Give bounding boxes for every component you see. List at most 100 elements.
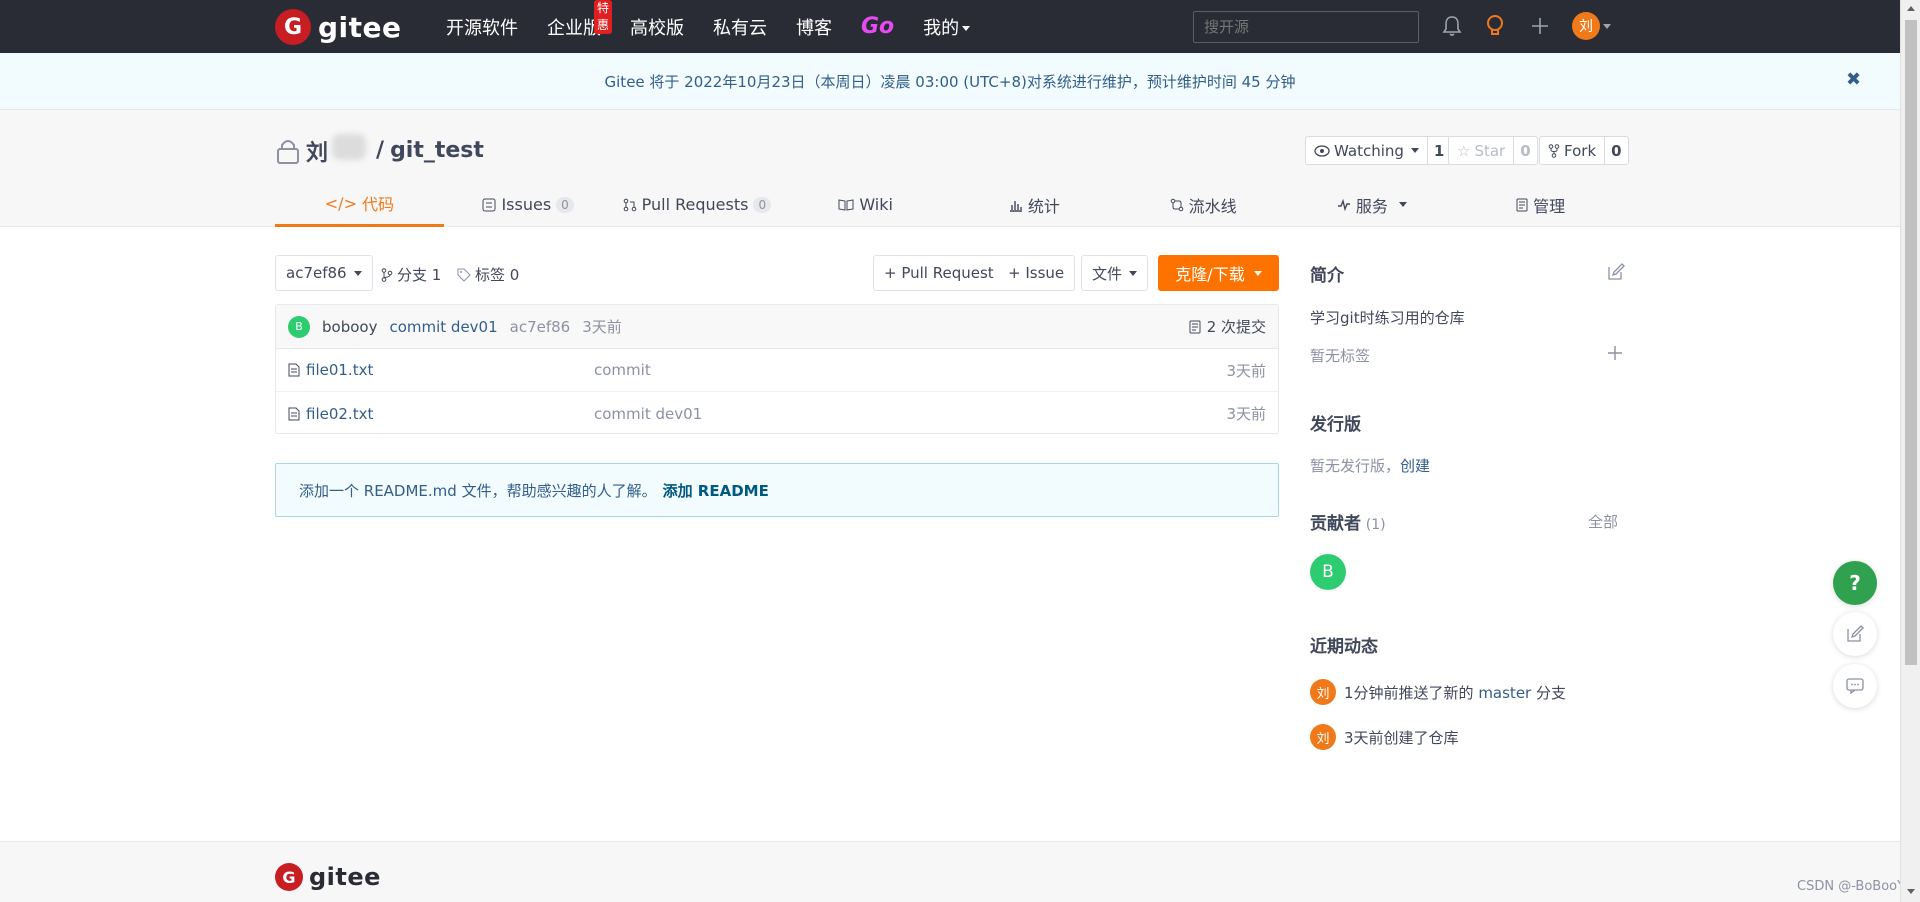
settings-doc-icon [1516,198,1528,211]
all-contributors-link[interactable]: 全部 [1588,511,1618,532]
repo-separator: / [376,138,385,163]
main-nav: 开源软件 企业版 特惠 高校版 私有云 博客 Go 我的 [446,0,999,53]
lightbulb-icon[interactable] [1481,12,1509,40]
file-name[interactable]: file02.txt [306,405,373,423]
branch-link[interactable]: master [1478,684,1531,702]
scroll-thumb[interactable] [1905,20,1917,665]
nav-enterprise-label: 企业版 [547,17,601,39]
user-menu[interactable]: 刘 [1572,12,1616,40]
fork-icon [1548,143,1560,158]
chat-button[interactable] [1833,664,1877,708]
feedback-button[interactable] [1833,612,1877,656]
nav-mine[interactable]: 我的 [923,14,971,40]
add-readme-link[interactable]: 添加 README [663,480,769,501]
file-icon [288,363,300,377]
contributor-avatar[interactable]: B [1310,554,1346,590]
commit-hash[interactable]: ac7ef86 [510,318,571,336]
tab-manage[interactable]: 管理 [1456,182,1625,227]
star-count[interactable]: 0 [1514,137,1536,164]
bell-icon[interactable] [1438,12,1466,40]
gitee-logo-icon: G [275,863,303,891]
nav-enterprise[interactable]: 企业版 特惠 [547,0,613,40]
readme-prompt: 添加一个 README.md 文件，帮助感兴趣的人了解。 添加 README [275,463,1279,517]
nav-private-cloud[interactable]: 私有云 [713,14,767,40]
promo-badge: 特惠 [594,0,613,34]
page-scrollbar[interactable] [1900,0,1920,902]
nav-blog[interactable]: 博客 [796,14,832,40]
close-icon[interactable]: ✖ [1846,69,1861,90]
add-tag-icon[interactable] [1607,345,1623,361]
nav-open-source[interactable]: 开源软件 [446,14,518,40]
gitee-logo-icon: G [275,9,311,45]
search-input[interactable] [1193,11,1419,43]
activity-avatar[interactable]: 刘 [1310,724,1336,750]
fork-count[interactable]: 0 [1605,137,1627,164]
no-release: 暂无发行版， [1310,457,1401,475]
edit-icon[interactable] [1607,263,1625,281]
lock-icon [277,139,299,164]
tags-link[interactable]: 标签 0 [457,264,519,285]
star-button[interactable]: ☆ Star [1449,137,1515,164]
commit-select[interactable]: ac7ef86 [275,255,373,291]
activity-title: 近期动态 [1310,637,1378,657]
scroll-down-icon[interactable] [1907,889,1915,894]
gitee-logo-text: gitee [309,863,381,891]
star-button-group: ☆ Star 0 [1448,136,1538,165]
tab-pull-requests[interactable]: Pull Requests 0 [613,182,782,227]
tab-pipeline[interactable]: 流水线 [1119,182,1288,227]
tab-wiki[interactable]: Wiki [781,182,950,227]
nav-go[interactable]: Go [861,14,894,39]
tab-issues[interactable]: Issues 0 [444,182,613,227]
file-commit-message[interactable]: commit [594,361,651,379]
repo-name[interactable]: git_test [390,138,484,163]
tab-stats[interactable]: 统计 [950,182,1119,227]
watch-count[interactable]: 1 [1428,137,1450,164]
file-row[interactable]: file01.txt commit 3天前 [276,349,1278,392]
file-commit-message[interactable]: commit dev01 [594,405,702,423]
watch-button[interactable]: Watching [1306,137,1428,164]
commit-message[interactable]: commit dev01 [389,318,497,336]
footer-logo[interactable]: G gitee [275,863,381,891]
footer: G gitee [0,841,1900,902]
repo-tabs: </> 代码 Issues 0 Pull Requests 0 Wiki 统计 流水… [275,182,1625,227]
file-row[interactable]: file02.txt commit dev01 3天前 [276,392,1278,435]
star-icon: ☆ [1457,141,1471,160]
commit-select-label: ac7ef86 [286,264,347,282]
commit-count-link[interactable]: 2 次提交 [1189,316,1266,337]
branches-link[interactable]: 分支 1 [381,264,441,285]
activity-avatar[interactable]: 刘 [1310,679,1336,705]
commit-author-avatar[interactable]: B [288,315,310,338]
tag-icon [457,268,471,282]
contributors-title: 贡献者 [1310,514,1361,534]
code-toolbar: ac7ef86 分支 1 标签 0 + Pull Request + Issue… [275,255,1279,291]
chevron-down-icon [1398,202,1407,207]
new-pull-request-button[interactable]: + Pull Request [873,255,1005,291]
scroll-up-icon[interactable] [1907,6,1915,11]
contributors-section: 贡献者 (1) 全部 B [1310,509,1625,590]
activity-section: 近期动态 刘 1分钟前推送了新的 master 分支 刘 3天前创建了仓库 [1310,632,1625,750]
plus-icon[interactable] [1526,12,1554,40]
readme-text: 添加一个 README.md 文件，帮助感兴趣的人了解。 [299,481,657,500]
book-icon [838,198,854,211]
pull-request-icon [623,198,636,211]
chat-icon [1846,678,1864,694]
gitee-logo[interactable]: G gitee [275,9,402,45]
top-navbar: G gitee 开源软件 企业版 特惠 高校版 私有云 博客 Go 我的 刘 [0,0,1900,53]
file-menu-button[interactable]: 文件 [1081,255,1149,291]
clone-download-button[interactable]: 克隆/下载 [1158,255,1279,291]
repo-owner[interactable]: 刘 [306,134,370,167]
chevron-down-icon [353,270,362,276]
fork-label: Fork [1564,141,1597,160]
pulse-icon [1337,198,1350,211]
help-button[interactable]: ? [1833,561,1877,605]
bar-chart-icon [1009,200,1022,212]
fork-button[interactable]: Fork [1540,137,1606,164]
new-issue-button[interactable]: + Issue [998,255,1076,291]
eye-icon [1314,144,1330,157]
tab-services[interactable]: 服务 [1288,182,1457,227]
nav-education[interactable]: 高校版 [630,14,684,40]
commit-author[interactable]: bobooy [322,318,377,336]
create-release-link[interactable]: 创建 [1400,457,1430,475]
file-name[interactable]: file01.txt [306,361,373,379]
tab-code[interactable]: </> 代码 [275,182,444,227]
